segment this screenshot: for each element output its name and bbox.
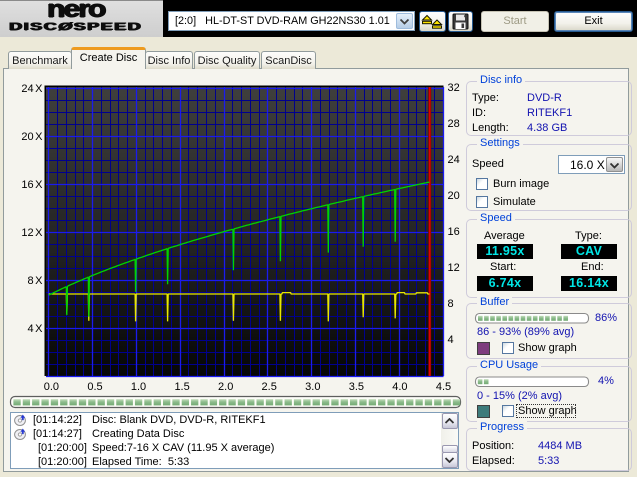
svg-text:4.5: 4.5 [436,381,451,393]
svg-text:20X: 20 X [21,131,43,143]
svg-text:24X: 24 X [21,83,43,95]
svg-text:2.0: 2.0 [218,381,233,393]
svg-text:8X: 8X [28,275,44,287]
svg-text:16: 16 [448,226,460,238]
svg-text:12X: 12 X [21,227,43,239]
svg-text:4X: 4X [28,323,44,335]
svg-text:28: 28 [448,118,460,130]
svg-text:4.0: 4.0 [392,381,407,393]
svg-text:8: 8 [448,298,454,310]
svg-text:0.5: 0.5 [87,381,102,393]
svg-text:16X: 16 X [21,179,43,191]
svg-text:2.5: 2.5 [262,381,277,393]
svg-text:24: 24 [448,154,460,166]
svg-text:32: 32 [448,82,460,94]
svg-text:4: 4 [448,334,454,346]
svg-text:1.0: 1.0 [131,381,146,393]
svg-text:20: 20 [448,190,460,202]
svg-text:1.5: 1.5 [174,381,189,393]
svg-text:0.0: 0.0 [44,381,59,393]
svg-text:3.5: 3.5 [349,381,364,393]
svg-text:3.0: 3.0 [305,381,320,393]
svg-text:12: 12 [448,262,460,274]
